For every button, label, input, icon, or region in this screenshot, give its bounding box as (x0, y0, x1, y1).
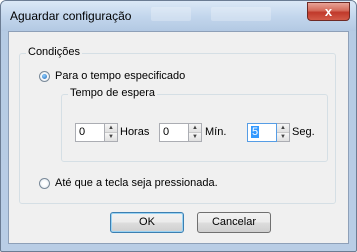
close-button[interactable]: x (307, 2, 350, 21)
radio-button-checked[interactable] (39, 70, 50, 82)
dialog-client-area: Condições Para o tempo especificado Temp… (8, 31, 349, 244)
hours-stepper[interactable]: 0 ▲ ▼ (75, 123, 118, 142)
radio-key-pressed-label: Até que a tecla seja pressionada. (55, 177, 218, 189)
radio-button-unchecked[interactable] (39, 177, 50, 189)
radio-key-pressed[interactable]: Até que a tecla seja pressionada. (39, 177, 218, 189)
spin-down-arrow-icon[interactable]: ▼ (277, 132, 289, 141)
minutes-stepper-arrows[interactable]: ▲ ▼ (189, 123, 202, 142)
background-reflection (151, 7, 191, 21)
conditions-legend: Condições (26, 46, 82, 58)
seconds-stepper-arrows[interactable]: ▲ ▼ (277, 123, 290, 142)
close-icon: x (324, 4, 333, 19)
minutes-input[interactable]: 0 (159, 123, 189, 142)
radio-specified-time[interactable]: Para o tempo especificado (39, 70, 185, 82)
background-reflection (211, 7, 271, 21)
ok-button[interactable]: OK (110, 212, 184, 233)
cancel-button[interactable]: Cancelar (197, 212, 271, 233)
spin-down-arrow-icon[interactable]: ▼ (105, 132, 117, 141)
wait-time-legend: Tempo de espera (68, 87, 157, 99)
window-title: Aguardar configuração (10, 9, 132, 23)
spin-up-arrow-icon[interactable]: ▲ (105, 124, 117, 132)
hours-stepper-arrows[interactable]: ▲ ▼ (105, 123, 118, 142)
hours-input[interactable]: 0 (75, 123, 105, 142)
seconds-input[interactable]: 5 (247, 123, 277, 142)
minutes-unit-label: Mín. (205, 126, 227, 138)
radio-specified-time-label: Para o tempo especificado (55, 70, 186, 82)
title-bar[interactable]: Aguardar configuração x (1, 1, 356, 31)
spin-down-arrow-icon[interactable]: ▼ (189, 132, 201, 141)
dialog-window: Aguardar configuração x Condições Para o… (0, 0, 357, 252)
hours-unit-label: Horas (120, 126, 150, 138)
seconds-stepper[interactable]: 5 ▲ ▼ (247, 123, 290, 142)
minutes-stepper[interactable]: 0 ▲ ▼ (159, 123, 202, 142)
spin-up-arrow-icon[interactable]: ▲ (277, 124, 289, 132)
spin-up-arrow-icon[interactable]: ▲ (189, 124, 201, 132)
seconds-unit-label: Seg. (292, 126, 315, 138)
